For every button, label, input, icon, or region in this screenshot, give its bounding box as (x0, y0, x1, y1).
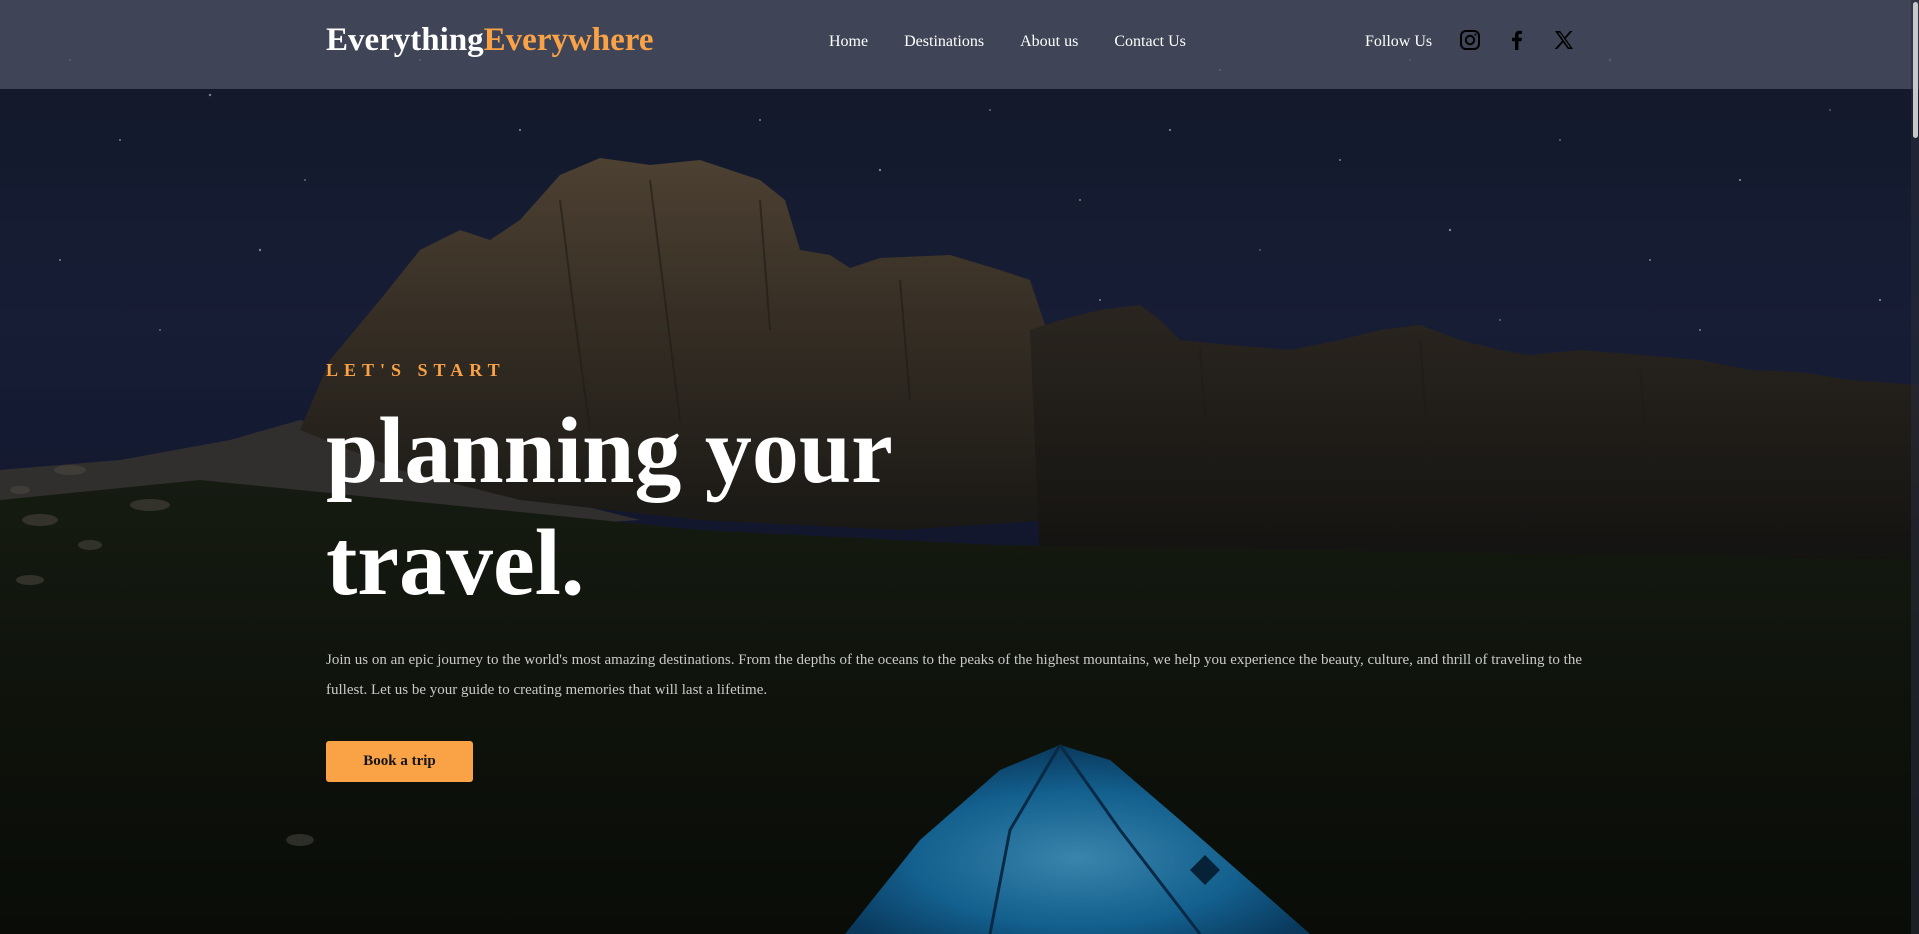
hero-section: LET'S START planning your travel. Join u… (326, 360, 1586, 782)
follow-us-label: Follow Us (1365, 33, 1433, 50)
brand-name-part1: Everything (326, 22, 484, 58)
nav-about-us[interactable]: About us (1020, 33, 1078, 51)
hero-headline-line1: planning your (326, 399, 893, 503)
book-trip-button[interactable]: Book a trip (326, 741, 473, 782)
nav-contact-us[interactable]: Contact Us (1114, 33, 1186, 51)
scrollbar-thumb[interactable] (1913, 2, 1918, 138)
hero-headline: planning your travel. (326, 395, 1586, 619)
nav-home[interactable]: Home (829, 33, 868, 51)
hero-eyebrow: LET'S START (326, 360, 506, 380)
hero-headline-line2: travel. (326, 511, 585, 615)
nav-destinations[interactable]: Destinations (904, 33, 984, 51)
brand-logo[interactable]: EverythingEverywhere (326, 22, 654, 59)
brand-name-part2: Everywhere (483, 22, 654, 58)
page-scrollbar[interactable] (1911, 0, 1919, 934)
instagram-icon[interactable] (1458, 28, 1482, 52)
main-nav: Home Destinations About us Contact Us (829, 33, 1222, 51)
top-navbar: EverythingEverywhere Home Destinations A… (0, 0, 1919, 89)
page: EverythingEverywhere Home Destinations A… (0, 0, 1919, 934)
facebook-icon[interactable] (1505, 28, 1529, 52)
hero-description: Join us on an epic journey to the world'… (326, 652, 1583, 698)
x-twitter-icon[interactable] (1552, 28, 1576, 52)
